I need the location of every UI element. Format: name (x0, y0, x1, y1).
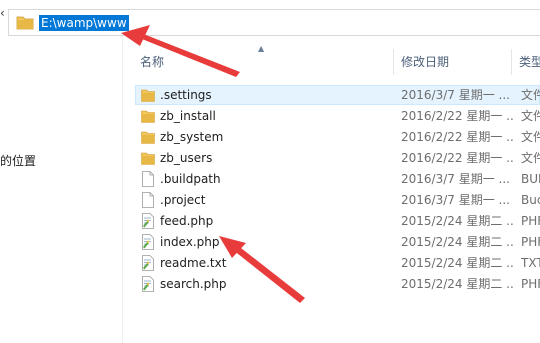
file-modified: 2015/2/24 星期二 ... (401, 277, 515, 291)
file-name[interactable]: search.php (160, 274, 227, 294)
file-row[interactable]: readme.txt 2015/2/24 星期二 ... TXT (135, 253, 540, 273)
file-name[interactable]: feed.php (160, 211, 213, 231)
file-modified: 2016/3/7 星期一 ... (401, 88, 510, 102)
address-path[interactable]: E:\wamp\www (39, 15, 129, 31)
column-type[interactable]: 类型 (519, 49, 540, 75)
file-type: BUI (521, 172, 540, 186)
file-modified: 2015/2/24 星期二 ... (401, 256, 515, 270)
blank-file-icon (141, 171, 155, 187)
file-modified: 2015/2/24 星期二 ... (401, 235, 515, 249)
file-name[interactable]: .project (160, 190, 205, 210)
script-file-icon (141, 276, 155, 292)
file-type: PHF (521, 235, 540, 249)
nav-item-label[interactable]: 的位置 (0, 152, 36, 169)
folder-icon (16, 14, 34, 30)
file-name[interactable]: .settings (160, 85, 212, 105)
file-row[interactable]: search.php 2015/2/24 星期二 ... PHF (135, 274, 540, 294)
file-modified: 2016/3/7 星期一 ... (401, 193, 510, 207)
file-type: TXT (521, 256, 540, 270)
file-name[interactable]: readme.txt (160, 253, 226, 273)
blank-file-icon (141, 192, 155, 208)
file-modified: 2016/2/22 星期一 ... (401, 109, 515, 123)
script-file-icon (141, 234, 155, 250)
file-name[interactable]: zb_users (160, 148, 212, 168)
file-type: PHF (521, 277, 540, 291)
file-name[interactable]: zb_system (160, 127, 223, 147)
file-type: PHF (521, 214, 540, 228)
script-file-icon (141, 255, 155, 271)
column-divider[interactable] (511, 49, 512, 75)
folder-icon (141, 129, 155, 145)
folder-icon (141, 87, 155, 103)
folder-icon (141, 150, 155, 166)
script-file-icon (141, 213, 155, 229)
address-bar[interactable]: E:\wamp\www (8, 9, 540, 36)
file-name[interactable]: .buildpath (160, 169, 221, 189)
file-name[interactable]: zb_install (160, 106, 216, 126)
file-row[interactable]: zb_users 2016/2/22 星期一 ... 文件 (135, 148, 540, 168)
folder-icon (141, 108, 155, 124)
file-modified: 2015/2/24 星期二 ... (401, 214, 515, 228)
file-type: 文件 (521, 109, 540, 123)
file-row[interactable]: .project 2016/3/7 星期一 ... Buc (135, 190, 540, 210)
column-modified[interactable]: 修改日期 (401, 49, 511, 75)
file-modified: 2016/3/7 星期一 ... (401, 172, 510, 186)
file-row[interactable]: .settings 2016/3/7 星期一 ... 文件 (135, 85, 540, 105)
file-row[interactable]: zb_install 2016/2/22 星期一 ... 文件 (135, 106, 540, 126)
file-row[interactable]: index.php 2015/2/24 星期二 ... PHF (135, 232, 540, 252)
file-type: Buc (521, 193, 540, 207)
file-type: 文件 (521, 151, 540, 165)
file-modified: 2016/2/22 星期一 ... (401, 130, 515, 144)
file-row[interactable]: zb_system 2016/2/22 星期一 ... 文件 (135, 127, 540, 147)
file-row[interactable]: feed.php 2015/2/24 星期二 ... PHF (135, 211, 540, 231)
file-list: ▲ 名称 修改日期 类型 .settings 2016/3/7 星期一 ... 文件… (122, 36, 540, 343)
column-name[interactable]: 名称 (140, 49, 390, 75)
file-row[interactable]: .buildpath 2016/3/7 星期一 ... BUI (135, 169, 540, 189)
column-header: ▲ 名称 修改日期 类型 (122, 45, 540, 75)
file-modified: 2016/2/22 星期一 ... (401, 151, 515, 165)
file-name[interactable]: index.php (160, 232, 219, 252)
navigation-pane: 的位置 (0, 36, 123, 343)
column-divider[interactable] (393, 49, 394, 75)
file-type: 文件 (521, 130, 540, 144)
file-type: 文件 (521, 88, 540, 102)
